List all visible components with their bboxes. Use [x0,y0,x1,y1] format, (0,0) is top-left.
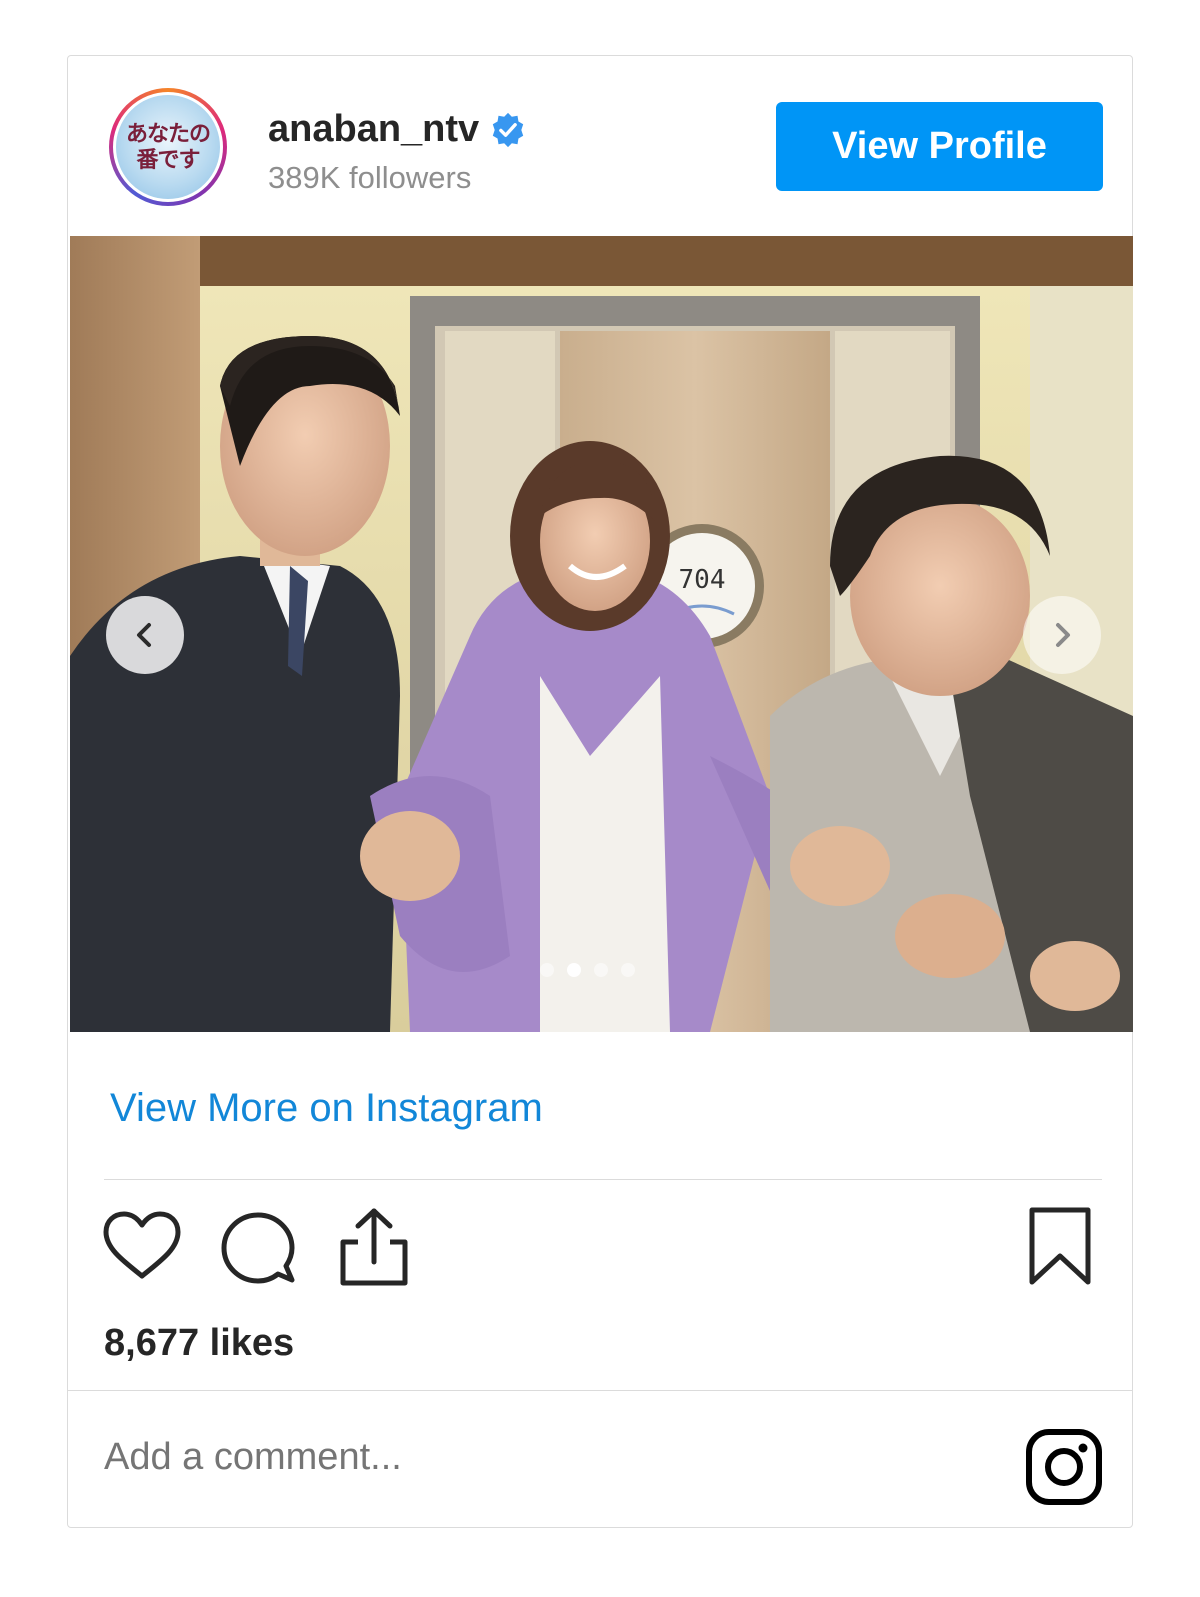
post-photo[interactable]: 704 [70,236,1133,1032]
view-profile-button[interactable]: View Profile [776,102,1103,191]
svg-text:704: 704 [679,565,726,595]
instagram-embed-card: あなたの 番です anaban_ntv 389K followers View … [67,55,1133,1528]
share-icon[interactable] [338,1206,410,1288]
follower-count: 389K followers [268,160,472,195]
add-comment-input[interactable] [104,1436,904,1479]
instagram-logo-icon[interactable] [1025,1428,1103,1506]
username-link[interactable]: anaban_ntv [268,108,479,151]
like-count: 8,677 likes [104,1322,295,1364]
action-bar [102,1206,1102,1296]
profile-avatar[interactable]: あなたの 番です [109,88,227,206]
divider [68,1390,1132,1391]
chevron-left-icon [137,623,151,647]
username-row: anaban_ntv [268,108,527,151]
post-header: あなたの 番です anaban_ntv 389K followers View … [68,56,1132,236]
carousel-next-button[interactable] [1023,596,1101,674]
carousel-dot [540,963,554,977]
view-more-on-instagram-link[interactable]: View More on Instagram [110,1086,543,1131]
carousel-dot [594,963,608,977]
carousel-indicator [540,963,635,977]
chevron-right-icon [1056,623,1070,647]
verified-badge-icon [492,112,524,147]
carousel-dot-active [567,963,581,977]
avatar-image: あなたの 番です [113,92,223,202]
divider [104,1179,1102,1180]
avatar-text-line2: 番です [136,147,200,173]
bookmark-icon[interactable] [1028,1206,1092,1286]
heart-icon[interactable] [102,1210,182,1282]
avatar-text-line1: あなたの [125,121,211,147]
carousel-prev-button[interactable] [106,596,184,674]
comment-icon[interactable] [220,1210,296,1286]
photo-illustration: 704 [70,236,1133,1032]
carousel-dot [621,963,635,977]
